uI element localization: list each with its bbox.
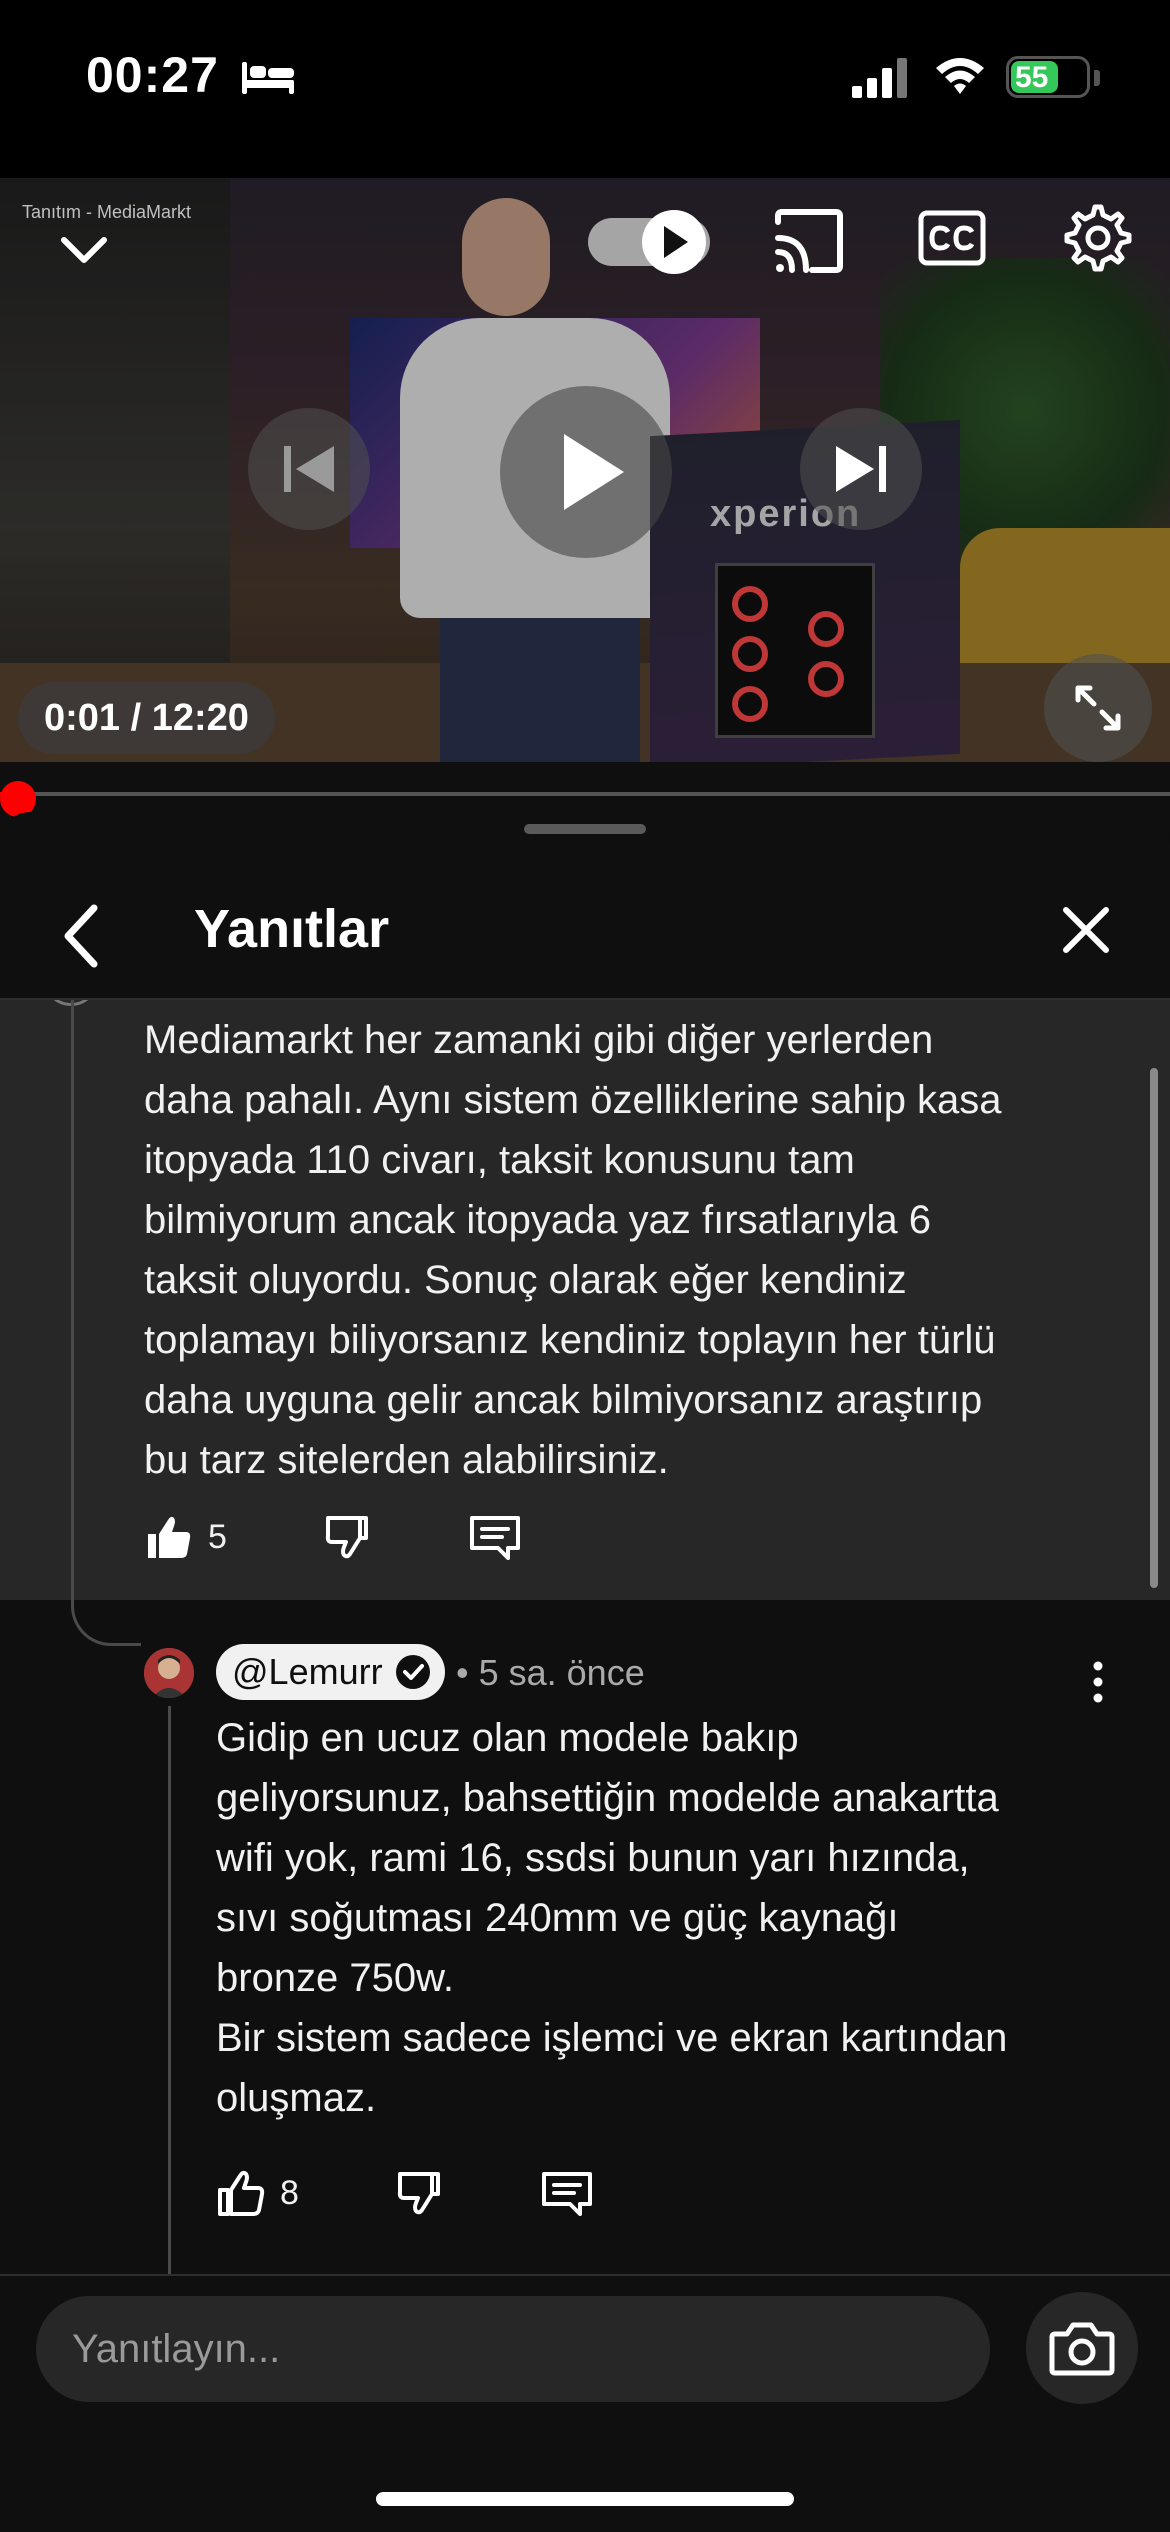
thread-line [168, 1706, 171, 2276]
avatar[interactable] [144, 1648, 194, 1698]
wifi-icon [936, 58, 984, 94]
replies-panel: Yanıtlar Mediamarkt her zamanki gibi diğ… [0, 812, 1170, 2532]
next-video-icon[interactable] [800, 408, 922, 530]
cast-icon[interactable] [772, 208, 846, 274]
previous-video-icon[interactable] [248, 408, 370, 530]
autoplay-toggle-icon[interactable] [588, 208, 710, 276]
like-count: 8 [280, 2173, 299, 2212]
battery-level: 55 [1015, 61, 1049, 94]
thread-line [71, 1000, 74, 1600]
video-time-display: 0:01 / 12:20 [18, 682, 275, 754]
camera-icon [1049, 2322, 1115, 2376]
drag-handle[interactable] [524, 824, 646, 834]
replies-list[interactable]: Mediamarkt her zamanki gibi diğer yerler… [0, 1000, 1170, 2276]
scrollbar[interactable] [1150, 1068, 1158, 1588]
signal-icon [852, 58, 907, 98]
play-icon[interactable] [500, 386, 672, 558]
thumbs-up-icon[interactable] [216, 2168, 266, 2218]
comment-text: Gidip en ucuz olan modele bakıp geliyors… [216, 1716, 1008, 2120]
comment-actions: 8 [216, 2168, 594, 2218]
status-time: 00:27 [86, 47, 219, 103]
closed-captions-icon[interactable] [918, 210, 986, 266]
reply-comment-icon[interactable] [468, 1512, 522, 1562]
thread-connector [71, 1560, 141, 1646]
home-indicator [376, 2492, 794, 2506]
chevron-down-icon[interactable] [56, 222, 112, 278]
camera-button[interactable] [1026, 2292, 1138, 2404]
reply-input[interactable] [36, 2296, 990, 2402]
verified-check-icon [395, 1655, 430, 1689]
close-icon[interactable] [1058, 902, 1114, 958]
video-progress-bar[interactable] [0, 792, 1170, 796]
bed-icon [242, 62, 294, 94]
back-arrow-icon[interactable] [54, 896, 110, 976]
reply-comment-icon[interactable] [540, 2168, 594, 2218]
ad-label: Tanıtım - MediaMarkt [22, 202, 192, 222]
fullscreen-icon[interactable] [1044, 654, 1152, 762]
author-handle-chip[interactable]: @Lemurr [216, 1644, 445, 1700]
like-count: 5 [208, 1517, 227, 1556]
more-options-icon[interactable] [1086, 1656, 1110, 1708]
settings-gear-icon[interactable] [1062, 202, 1134, 274]
comment-actions: 5 [144, 1512, 522, 1562]
thumbs-down-icon[interactable] [394, 2168, 444, 2218]
author-handle: @Lemurr [232, 1651, 383, 1692]
thumbs-down-icon[interactable] [322, 1512, 372, 1562]
compose-divider [0, 2274, 1170, 2276]
video-player[interactable]: xperion Tanıtım - MediaMarkt 0:01 / 12:2… [0, 178, 1170, 762]
comment-timestamp: • 5 sa. önce [456, 1652, 645, 1693]
comment-text: Mediamarkt her zamanki gibi diğer yerler… [144, 1018, 1002, 1482]
status-bar: 00:27 55 [0, 0, 1170, 178]
panel-title: Yanıtlar [194, 899, 390, 959]
battery-indicator: 55 [1006, 56, 1090, 98]
thumbs-up-filled-icon[interactable] [144, 1512, 194, 1562]
